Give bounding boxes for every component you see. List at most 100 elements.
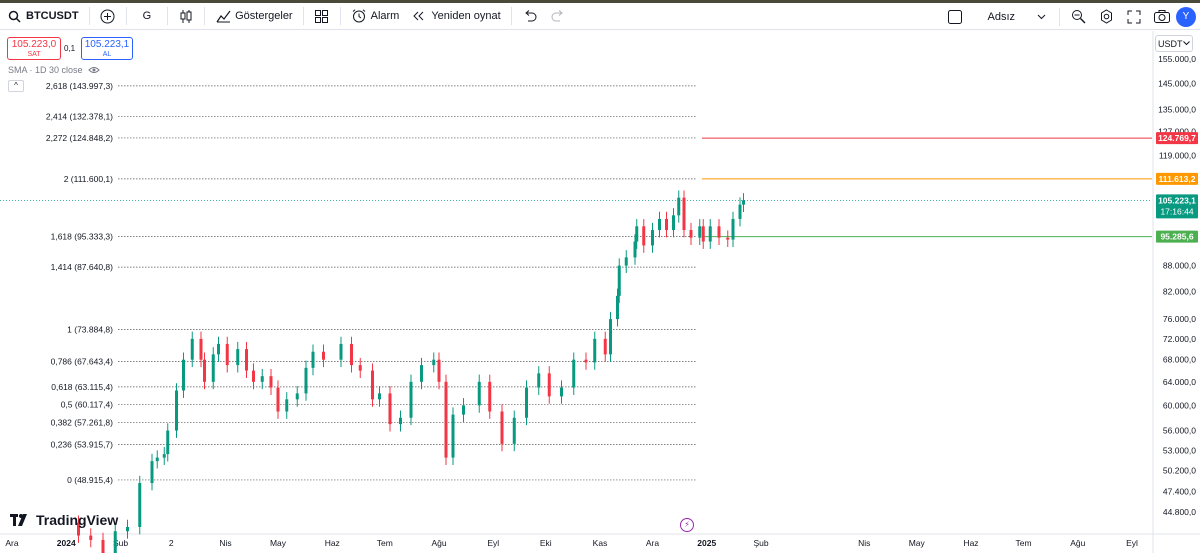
price-tick-label: 47.400,0: [1163, 486, 1196, 496]
replay-label: Yeniden oynat: [431, 10, 501, 22]
user-avatar[interactable]: Y: [1176, 6, 1196, 27]
candle-body: [199, 338, 203, 360]
candle-body: [633, 241, 637, 258]
redo-button[interactable]: [544, 3, 572, 30]
replay-button[interactable]: Yeniden oynat: [405, 3, 506, 30]
candle-body: [162, 454, 166, 458]
time-tick-label: Tem: [1015, 538, 1031, 548]
indicators-button[interactable]: Göstergeler: [209, 3, 298, 30]
compare-symbol-button[interactable]: [94, 3, 122, 30]
time-tick-label: 2025: [697, 538, 716, 548]
price-tick-label: 60.000,0: [1163, 400, 1196, 410]
chart-type-button[interactable]: [172, 3, 200, 30]
undo-icon: [522, 8, 538, 24]
candle-body: [708, 226, 712, 242]
alarm-button[interactable]: Alarm: [345, 3, 406, 30]
rewind-icon: [411, 8, 427, 24]
fib-level-label: 0 (48.915,4): [67, 475, 113, 485]
candle-body: [190, 338, 194, 360]
settings-button[interactable]: [1092, 3, 1120, 30]
spread-value: 0,1: [64, 44, 76, 53]
interval-button[interactable]: G: [131, 3, 164, 30]
buy-button[interactable]: 105.223,1 AL: [81, 37, 133, 60]
candle-body: [236, 349, 240, 366]
quick-search-icon: [1070, 9, 1086, 25]
candle-body: [260, 376, 264, 382]
candle-body: [609, 319, 612, 355]
symbol-search-button[interactable]: BTCUSDT: [0, 3, 85, 30]
layout-name: Adsız: [987, 10, 1015, 23]
currency-label: USDT: [1158, 38, 1183, 49]
candle-body: [462, 405, 465, 415]
price-tick-label: 155.000,0: [1158, 54, 1196, 64]
fullscreen-button[interactable]: [1120, 3, 1148, 30]
candle-body: [420, 365, 423, 382]
candle-body: [572, 359, 576, 388]
candle-body: [726, 237, 730, 240]
toolbar-divider: [204, 7, 206, 25]
candle-body: [488, 381, 492, 412]
undo-button[interactable]: [516, 3, 544, 30]
candle-body: [138, 483, 142, 527]
lightning-icon[interactable]: ⚡: [680, 518, 694, 532]
candle-body: [304, 367, 308, 394]
indicators-label: Göstergeler: [235, 10, 293, 22]
candle-body: [89, 535, 93, 540]
price-tick-label: 68.000,0: [1163, 355, 1196, 365]
layout-square-icon: [947, 9, 963, 25]
grid-icon: [314, 8, 330, 24]
candle-body: [742, 200, 745, 205]
candle-body: [350, 343, 353, 366]
candle-body: [155, 457, 159, 462]
quick-search-button[interactable]: [1064, 3, 1092, 30]
price-chart[interactable]: 155.000,0145.000,0135.000,0127.000,0119.…: [0, 31, 1200, 553]
candle-body: [322, 351, 325, 360]
price-tick-label: 50.200,0: [1163, 465, 1196, 475]
layout-select-button[interactable]: Adsız: [941, 3, 1055, 30]
snapshot-button[interactable]: [1148, 3, 1176, 30]
fib-level-label: 2,272 (124.848,2): [46, 133, 113, 143]
candle-body: [477, 381, 481, 406]
chart-area[interactable]: 155.000,0 145.000,0 135.000,0 127.000,0 119.…: [0, 31, 1200, 553]
price-line-badge-label: 111.613,2: [1159, 174, 1196, 184]
candle-body: [677, 197, 681, 216]
candle-body: [717, 226, 721, 238]
templates-button[interactable]: [308, 3, 336, 30]
symbol-label: BTCUSDT: [26, 10, 79, 22]
time-tick-label: Haz: [325, 538, 340, 548]
indicator-legend[interactable]: SMA · 1D 30 close: [8, 65, 100, 75]
time-tick-label: Ağu: [1070, 538, 1085, 548]
candle-body: [444, 381, 448, 458]
candle-body: [651, 230, 654, 246]
candle-body: [175, 390, 178, 431]
time-tick-label: Kas: [593, 538, 608, 548]
price-tick-label: 76.000,0: [1163, 314, 1196, 324]
fib-level-label: 1 (73.884,8): [67, 324, 113, 334]
currency-select[interactable]: USDT: [1155, 35, 1193, 52]
candle-body: [738, 204, 742, 219]
buy-price: 105.223,1: [84, 39, 130, 50]
candle-body: [451, 414, 455, 458]
candle-body: [701, 226, 705, 242]
time-tick-label: Haz: [963, 538, 978, 548]
sma-legend-text: SMA · 1D 30 close: [8, 65, 83, 75]
candle-body: [203, 359, 206, 382]
toolbar-divider: [510, 7, 512, 25]
candle-body: [371, 370, 374, 400]
collapse-legend-button[interactable]: ^: [8, 80, 24, 92]
candle-body: [624, 257, 628, 266]
gear-icon: [1098, 9, 1114, 25]
tradingview-logo: TradingView: [10, 512, 118, 528]
tv-logo-icon: [10, 514, 32, 526]
candle-body: [432, 359, 436, 366]
candle-body: [665, 218, 668, 231]
candle-body: [603, 338, 607, 355]
candle-body: [311, 351, 315, 368]
toolbar-divider: [167, 7, 169, 25]
toolbar-divider: [302, 7, 304, 25]
eye-icon[interactable]: [87, 65, 100, 75]
candle-body: [339, 343, 343, 360]
sell-button[interactable]: 105.223,0 SAT: [7, 37, 61, 60]
plus-circle-icon: [100, 8, 116, 24]
candle-body: [437, 359, 441, 382]
